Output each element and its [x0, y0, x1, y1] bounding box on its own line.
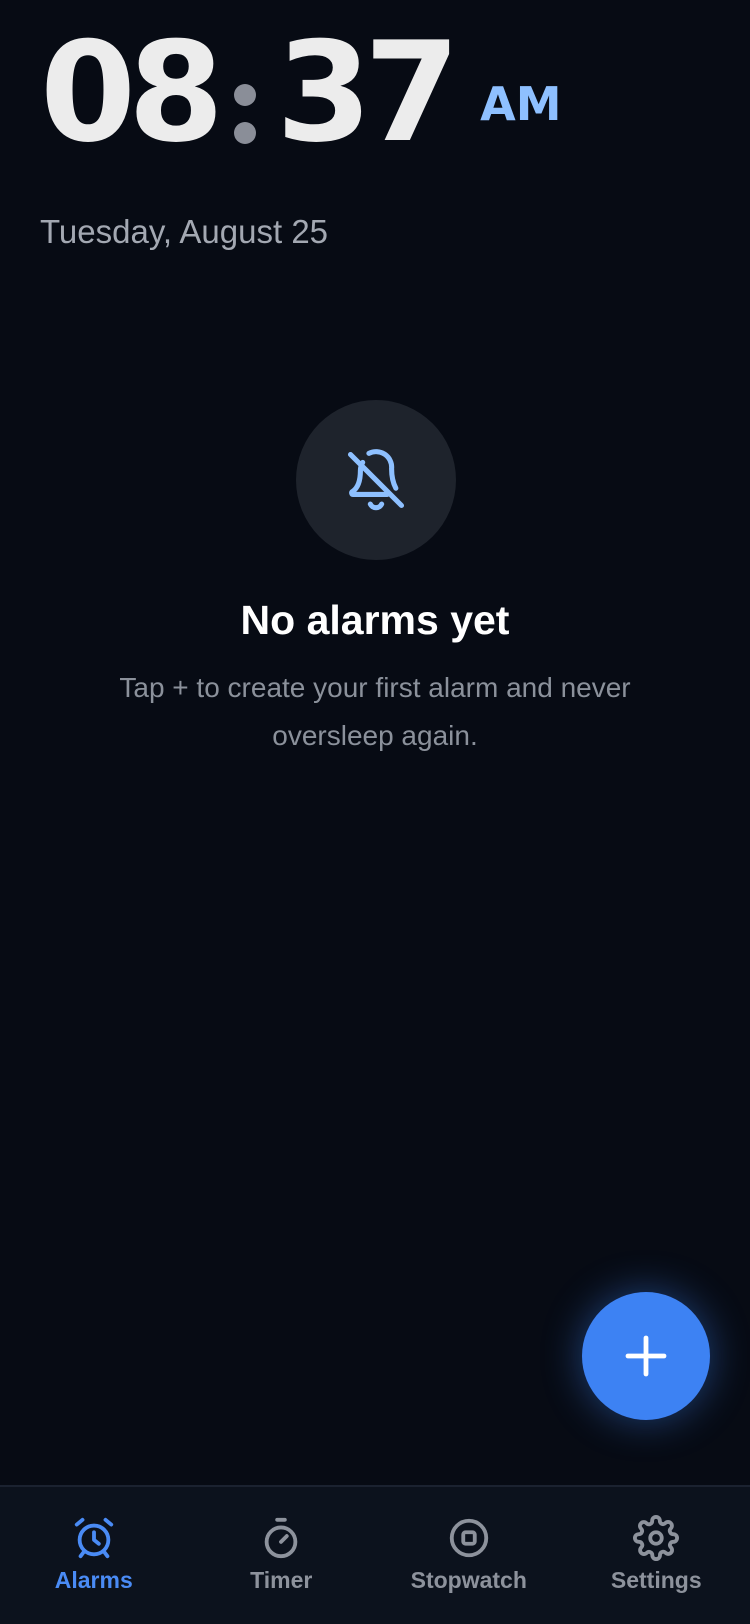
empty-state-description: Tap + to create your first alarm and nev… — [119, 672, 631, 751]
add-alarm-button[interactable] — [582, 1292, 710, 1420]
stopwatch-icon — [449, 1518, 488, 1558]
nav-label-settings: Settings — [610, 1567, 702, 1593]
nav-item-timer[interactable]: Timer — [188, 1487, 376, 1624]
bell-off-icon — [347, 449, 405, 511]
empty-state-icon-circle — [296, 400, 456, 560]
nav-item-alarms[interactable]: Alarms — [0, 1487, 188, 1624]
timer-icon — [264, 1517, 298, 1559]
clock-minutes: 37 — [276, 12, 460, 173]
clock-separator — [216, 18, 276, 168]
clock-hours: 08 — [40, 12, 224, 173]
nav-label-timer: Timer — [250, 1567, 313, 1593]
nav-label-alarms: Alarms — [54, 1567, 133, 1593]
bottom-navigation: Alarms Timer Stopwatch Settings — [0, 1485, 750, 1624]
nav-item-settings[interactable]: Settings — [563, 1487, 750, 1624]
nav-label-stopwatch: Stopwatch — [410, 1567, 527, 1593]
current-date: Tuesday, August 25 — [40, 213, 329, 250]
current-time: 08 37 AM — [40, 18, 561, 168]
plus-icon — [625, 1335, 667, 1377]
nav-item-stopwatch[interactable]: Stopwatch — [375, 1487, 563, 1624]
gear-icon — [633, 1515, 680, 1561]
alarm-clock-icon — [74, 1517, 113, 1559]
clock-period: AM — [480, 77, 562, 131]
alarm-screen: 08 37 AM Tuesday, August 25 No alarms ye… — [0, 0, 750, 1624]
empty-state-title: No alarms yet — [240, 597, 510, 643]
